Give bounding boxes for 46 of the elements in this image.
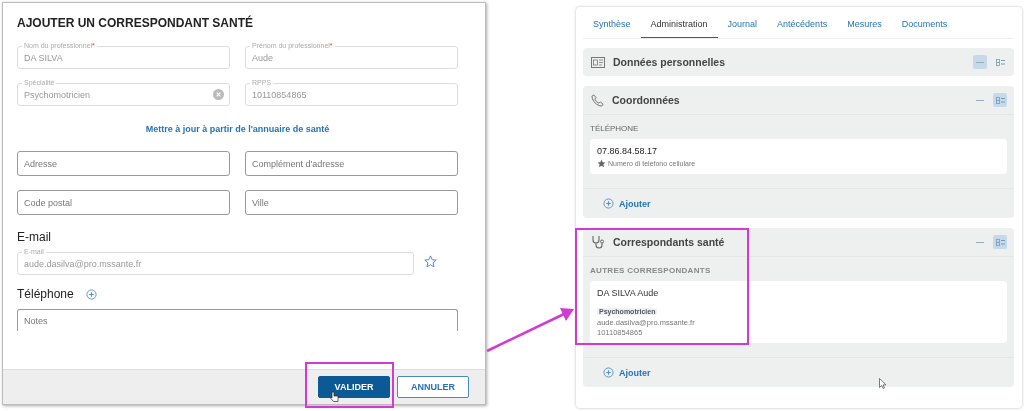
phone-number: 07.86.84.58.17 (597, 146, 659, 156)
collapse-button[interactable] (973, 55, 987, 69)
text-field[interactable]: Adresse (17, 151, 230, 176)
minus-icon (976, 61, 984, 63)
star-icon (597, 159, 606, 168)
section-title: Correspondants santé (613, 236, 726, 248)
add-button[interactable]: Ajouter (603, 367, 651, 378)
notes-field[interactable]: Notes (17, 309, 458, 331)
tab[interactable]: Journal (717, 7, 768, 38)
text-field[interactable]: Code postal (17, 190, 230, 215)
section-title: Coordonnées (612, 94, 681, 106)
dialog-title: AJOUTER UN CORRESPONDANT SANTÉ (17, 16, 254, 30)
correspondent-name: DA SILVA Aude (597, 288, 660, 298)
list-icon (995, 58, 1005, 66)
tab[interactable]: Administration (640, 7, 718, 38)
tab[interactable]: Antécédents (767, 7, 838, 38)
text-field[interactable]: Ville (245, 190, 458, 215)
phone-heading: Téléphone (17, 287, 74, 301)
section-title: Données personnelles (613, 56, 727, 68)
list-icon (995, 96, 1005, 104)
group-label: AUTRES CORRESPONDANTS (590, 266, 712, 275)
minus-icon (976, 99, 984, 101)
text-field[interactable]: Complément d'adresse (245, 151, 458, 176)
cursor-icon (879, 378, 887, 389)
hand-cursor-icon (330, 391, 339, 402)
cancel-button[interactable]: ANNULER (397, 376, 469, 398)
update-link[interactable]: Mettre à jour à partir de l'annuaire de santé (17, 124, 458, 134)
list-view-button[interactable] (993, 93, 1007, 107)
tab[interactable]: Synthèse (583, 7, 641, 38)
star-icon[interactable] (424, 255, 437, 268)
clear-icon[interactable] (213, 89, 224, 100)
id-card-icon (591, 56, 605, 68)
add-icon (85, 288, 97, 300)
tab[interactable]: Documents (891, 7, 958, 38)
tab[interactable]: Mesures (837, 7, 892, 38)
group-label: TÉLÉPHONE (590, 124, 640, 133)
phone-icon (591, 93, 604, 107)
add-icon (603, 198, 614, 209)
add-icon (603, 367, 614, 378)
add-button[interactable]: Ajouter (603, 198, 651, 209)
email-heading: E-mail (17, 230, 52, 244)
list-view-button[interactable] (993, 235, 1007, 249)
minus-icon (976, 241, 984, 243)
submit-button[interactable]: VALIDER (318, 376, 390, 398)
stethoscope-icon (591, 235, 605, 249)
list-icon (995, 238, 1005, 246)
